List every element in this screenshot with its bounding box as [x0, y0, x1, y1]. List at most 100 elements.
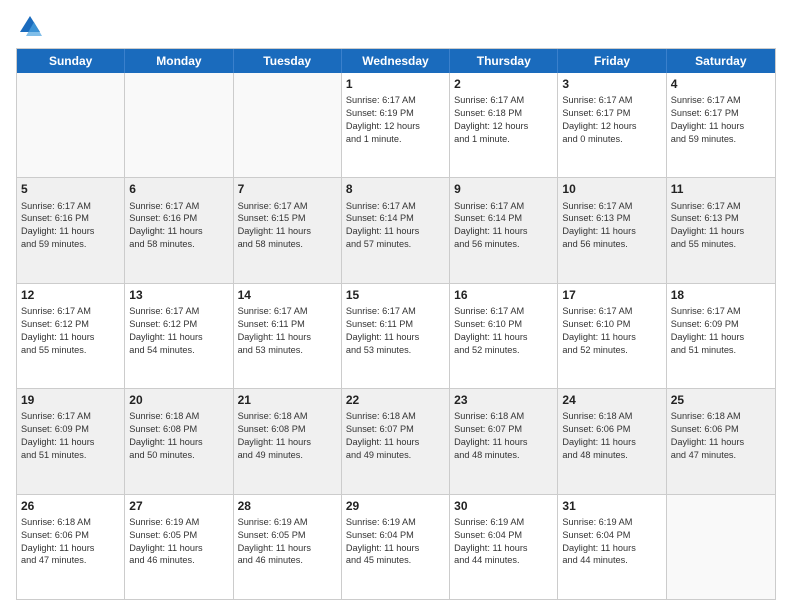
- calendar-cell: 29Sunrise: 6:19 AM Sunset: 6:04 PM Dayli…: [342, 495, 450, 599]
- day-info: Sunrise: 6:17 AM Sunset: 6:16 PM Dayligh…: [21, 200, 120, 252]
- day-info: Sunrise: 6:17 AM Sunset: 6:13 PM Dayligh…: [671, 200, 771, 252]
- day-number: 5: [21, 181, 120, 197]
- day-number: 30: [454, 498, 553, 514]
- day-number: 28: [238, 498, 337, 514]
- calendar-cell: 5 Sunrise: 6:17 AM Sunset: 6:16 PM Daylig…: [17, 178, 125, 282]
- logo-icon: [16, 12, 44, 40]
- logo: [16, 12, 48, 40]
- calendar-cell: [17, 73, 125, 177]
- day-number: 19: [21, 392, 120, 408]
- day-number: 10: [562, 181, 661, 197]
- calendar-cell: 28 Sunrise: 6:19 AM Sunset: 6:05 PM Dayli…: [234, 495, 342, 599]
- header-day-saturday: Saturday: [667, 49, 775, 73]
- day-info: Sunrise: 6:18 AM Sunset: 6:06 PM Dayligh…: [21, 516, 120, 568]
- day-info: Sunrise: 6:17 AM Sunset: 6:10 PM Dayligh…: [562, 305, 661, 357]
- header-day-monday: Monday: [125, 49, 233, 73]
- calendar-cell: 16Sunrise: 6:17 AM Sunset: 6:10 PM Dayli…: [450, 284, 558, 388]
- day-number: 16: [454, 287, 553, 303]
- day-number: 12: [21, 287, 120, 303]
- calendar-cell: [667, 495, 775, 599]
- day-number: 25: [671, 392, 771, 408]
- day-info: Sunrise: 6:17 AM Sunset: 6:09 PM Dayligh…: [671, 305, 771, 357]
- day-info: Sunrise: 6:18 AM Sunset: 6:06 PM Dayligh…: [562, 410, 661, 462]
- header-day-friday: Friday: [558, 49, 666, 73]
- day-info: Sunrise: 6:19 AM Sunset: 6:05 PM Dayligh…: [129, 516, 228, 568]
- day-number: 17: [562, 287, 661, 303]
- day-info: Sunrise: 6:17 AM Sunset: 6:11 PM Dayligh…: [238, 305, 337, 357]
- day-number: 3: [562, 76, 661, 92]
- day-number: 23: [454, 392, 553, 408]
- day-info: Sunrise: 6:17 AM Sunset: 6:15 PM Dayligh…: [238, 200, 337, 252]
- day-number: 2: [454, 76, 553, 92]
- calendar-cell: 26 Sunrise: 6:18 AM Sunset: 6:06 PM Dayli…: [17, 495, 125, 599]
- day-number: 31: [562, 498, 661, 514]
- calendar-cell: 21 Sunrise: 6:18 AM Sunset: 6:08 PM Dayli…: [234, 389, 342, 493]
- calendar-cell: 17 Sunrise: 6:17 AM Sunset: 6:10 PM Dayli…: [558, 284, 666, 388]
- calendar-cell: 2 Sunrise: 6:17 AM Sunset: 6:18 PM Daylig…: [450, 73, 558, 177]
- day-number: 22: [346, 392, 445, 408]
- day-info: Sunrise: 6:17 AM Sunset: 6:18 PM Dayligh…: [454, 94, 553, 146]
- calendar-week-2: 5 Sunrise: 6:17 AM Sunset: 6:16 PM Daylig…: [17, 177, 775, 282]
- day-info: Sunrise: 6:19 AM Sunset: 6:05 PM Dayligh…: [238, 516, 337, 568]
- day-info: Sunrise: 6:17 AM Sunset: 6:09 PM Dayligh…: [21, 410, 120, 462]
- day-number: 11: [671, 181, 771, 197]
- day-number: 27: [129, 498, 228, 514]
- calendar-cell: 9 Sunrise: 6:17 AM Sunset: 6:14 PM Daylig…: [450, 178, 558, 282]
- day-number: 13: [129, 287, 228, 303]
- calendar-week-3: 12 Sunrise: 6:17 AM Sunset: 6:12 PM Dayli…: [17, 283, 775, 388]
- calendar-cell: 24Sunrise: 6:18 AM Sunset: 6:06 PM Dayli…: [558, 389, 666, 493]
- calendar-cell: 8 Sunrise: 6:17 AM Sunset: 6:14 PM Daylig…: [342, 178, 450, 282]
- day-info: Sunrise: 6:19 AM Sunset: 6:04 PM Dayligh…: [562, 516, 661, 568]
- calendar-cell: 19 Sunrise: 6:17 AM Sunset: 6:09 PM Dayli…: [17, 389, 125, 493]
- calendar-body: 1 Sunrise: 6:17 AM Sunset: 6:19 PM Daylig…: [17, 73, 775, 599]
- page: SundayMondayTuesdayWednesdayThursdayFrid…: [0, 0, 792, 612]
- day-info: Sunrise: 6:18 AM Sunset: 6:08 PM Dayligh…: [129, 410, 228, 462]
- day-info: Sunrise: 6:18 AM Sunset: 6:06 PM Dayligh…: [671, 410, 771, 462]
- day-number: 29: [346, 498, 445, 514]
- day-info: Sunrise: 6:17 AM Sunset: 6:16 PM Dayligh…: [129, 200, 228, 252]
- day-info: Sunrise: 6:18 AM Sunset: 6:08 PM Dayligh…: [238, 410, 337, 462]
- day-info: Sunrise: 6:17 AM Sunset: 6:19 PM Dayligh…: [346, 94, 445, 146]
- day-info: Sunrise: 6:17 AM Sunset: 6:14 PM Dayligh…: [454, 200, 553, 252]
- calendar-cell: 30 Sunrise: 6:19 AM Sunset: 6:04 PM Dayli…: [450, 495, 558, 599]
- day-info: Sunrise: 6:17 AM Sunset: 6:14 PM Dayligh…: [346, 200, 445, 252]
- day-info: Sunrise: 6:19 AM Sunset: 6:04 PM Dayligh…: [454, 516, 553, 568]
- day-number: 21: [238, 392, 337, 408]
- calendar-cell: 4 Sunrise: 6:17 AM Sunset: 6:17 PM Daylig…: [667, 73, 775, 177]
- calendar-week-4: 19 Sunrise: 6:17 AM Sunset: 6:09 PM Dayli…: [17, 388, 775, 493]
- calendar-cell: 14Sunrise: 6:17 AM Sunset: 6:11 PM Dayli…: [234, 284, 342, 388]
- day-number: 18: [671, 287, 771, 303]
- calendar-cell: 27 Sunrise: 6:19 AM Sunset: 6:05 PM Dayli…: [125, 495, 233, 599]
- calendar-cell: 7 Sunrise: 6:17 AM Sunset: 6:15 PM Daylig…: [234, 178, 342, 282]
- day-number: 7: [238, 181, 337, 197]
- calendar-cell: 20 Sunrise: 6:18 AM Sunset: 6:08 PM Dayli…: [125, 389, 233, 493]
- calendar-cell: 12 Sunrise: 6:17 AM Sunset: 6:12 PM Dayli…: [17, 284, 125, 388]
- calendar-cell: 1 Sunrise: 6:17 AM Sunset: 6:19 PM Daylig…: [342, 73, 450, 177]
- day-number: 1: [346, 76, 445, 92]
- day-info: Sunrise: 6:18 AM Sunset: 6:07 PM Dayligh…: [346, 410, 445, 462]
- day-number: 20: [129, 392, 228, 408]
- day-number: 15: [346, 287, 445, 303]
- day-info: Sunrise: 6:17 AM Sunset: 6:17 PM Dayligh…: [671, 94, 771, 146]
- calendar-cell: 22 Sunrise: 6:18 AM Sunset: 6:07 PM Dayli…: [342, 389, 450, 493]
- day-info: Sunrise: 6:17 AM Sunset: 6:17 PM Dayligh…: [562, 94, 661, 146]
- day-number: 8: [346, 181, 445, 197]
- day-number: 9: [454, 181, 553, 197]
- calendar-cell: 3 Sunrise: 6:17 AM Sunset: 6:17 PM Daylig…: [558, 73, 666, 177]
- calendar-header: SundayMondayTuesdayWednesdayThursdayFrid…: [17, 49, 775, 73]
- calendar-cell: 11 Sunrise: 6:17 AM Sunset: 6:13 PM Dayli…: [667, 178, 775, 282]
- day-info: Sunrise: 6:18 AM Sunset: 6:07 PM Dayligh…: [454, 410, 553, 462]
- calendar-cell: 13 Sunrise: 6:17 AM Sunset: 6:12 PM Dayli…: [125, 284, 233, 388]
- day-number: 4: [671, 76, 771, 92]
- calendar-week-5: 26 Sunrise: 6:18 AM Sunset: 6:06 PM Dayli…: [17, 494, 775, 599]
- day-number: 26: [21, 498, 120, 514]
- day-info: Sunrise: 6:17 AM Sunset: 6:12 PM Dayligh…: [21, 305, 120, 357]
- day-info: Sunrise: 6:17 AM Sunset: 6:12 PM Dayligh…: [129, 305, 228, 357]
- day-info: Sunrise: 6:17 AM Sunset: 6:13 PM Dayligh…: [562, 200, 661, 252]
- day-number: 6: [129, 181, 228, 197]
- calendar-cell: [234, 73, 342, 177]
- header: [16, 12, 776, 40]
- calendar-week-1: 1 Sunrise: 6:17 AM Sunset: 6:19 PM Daylig…: [17, 73, 775, 177]
- calendar-cell: 18 Sunrise: 6:17 AM Sunset: 6:09 PM Dayli…: [667, 284, 775, 388]
- header-day-sunday: Sunday: [17, 49, 125, 73]
